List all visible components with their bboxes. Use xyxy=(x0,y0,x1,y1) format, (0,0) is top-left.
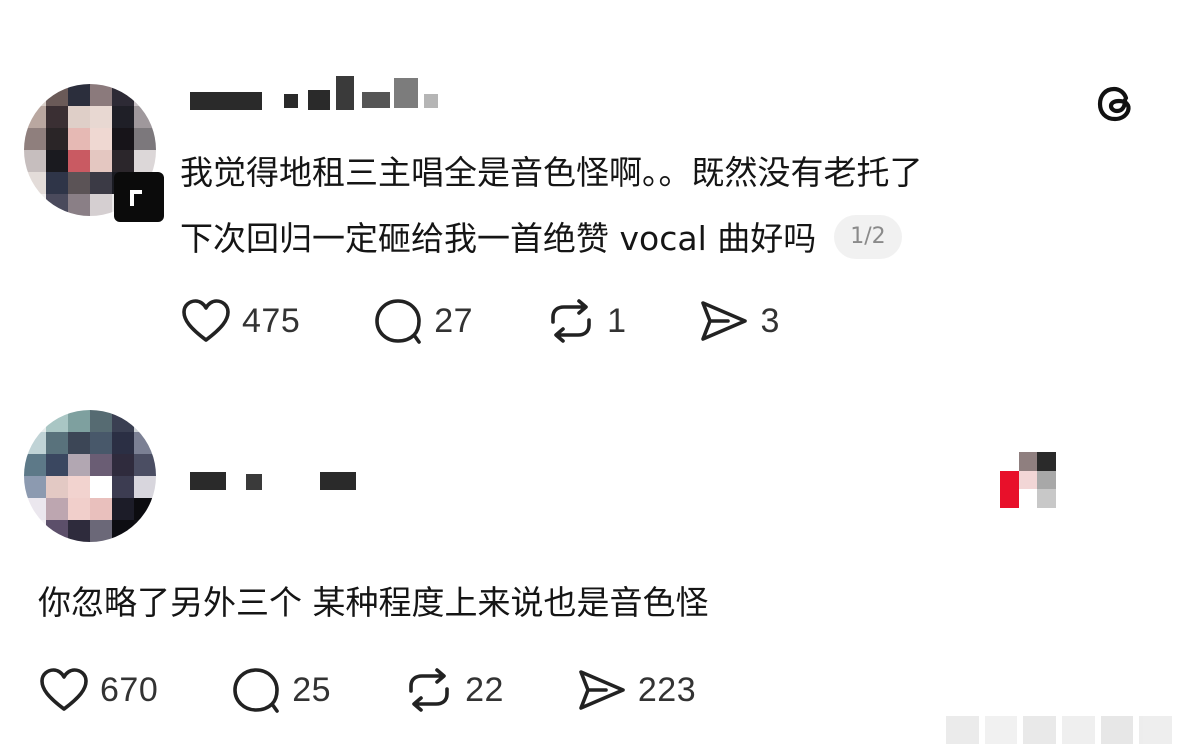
reply-sticker xyxy=(1000,452,1056,508)
reply-button[interactable]: 27 xyxy=(372,297,473,345)
reply-actions: 670 25 22 223 xyxy=(38,665,696,715)
reply-repost-count: 22 xyxy=(465,670,504,709)
like-button[interactable]: 475 xyxy=(180,297,300,345)
reply-like-button[interactable]: 670 xyxy=(38,666,158,714)
reply-reply-count: 25 xyxy=(292,670,332,709)
heart-icon xyxy=(40,668,88,711)
comment-bubble-icon xyxy=(375,299,422,344)
like-count: 475 xyxy=(242,301,301,340)
reply-repost-button[interactable]: 22 xyxy=(403,666,504,714)
post-actions: 475 27 1 3 xyxy=(180,296,780,346)
threads-icon[interactable] xyxy=(1092,80,1140,128)
repost-icon xyxy=(551,299,591,343)
heart-icon xyxy=(182,299,230,342)
reply-avatar[interactable] xyxy=(24,410,156,542)
comment-bubble-icon xyxy=(233,668,280,713)
post-username-redacted[interactable] xyxy=(190,76,450,122)
send-icon xyxy=(701,301,748,341)
reply-like-count: 670 xyxy=(100,670,159,709)
reply-share-count: 223 xyxy=(637,670,697,709)
repost-button[interactable]: 1 xyxy=(545,297,626,345)
reply-share-button[interactable]: 223 xyxy=(576,666,696,714)
watermark xyxy=(946,716,1173,744)
reply-text: 你忽略了另外三个 某种程度上来说也是音色怪 xyxy=(38,583,709,622)
post-text-line-2: 下次回归一定砸给我一首绝赞 vocal 曲好吗 1/2 xyxy=(180,206,902,272)
page-indicator[interactable]: 1/2 xyxy=(834,214,902,259)
repost-count: 1 xyxy=(607,301,627,340)
reply-username-redacted[interactable] xyxy=(190,466,370,496)
share-count: 3 xyxy=(760,301,780,340)
reply-count: 27 xyxy=(434,301,474,340)
post-text-line-1: 我觉得地租三主唱全是音色怪啊。。既然没有老托了 xyxy=(180,153,923,192)
post-text-line-2-content: 下次回归一定砸给我一首绝赞 vocal 曲好吗 xyxy=(180,219,817,258)
reply-reply-button[interactable]: 25 xyxy=(230,666,331,714)
avatar-badge xyxy=(114,172,164,222)
share-button[interactable]: 3 xyxy=(698,297,779,345)
send-icon xyxy=(579,670,625,710)
repost-icon xyxy=(409,668,449,712)
